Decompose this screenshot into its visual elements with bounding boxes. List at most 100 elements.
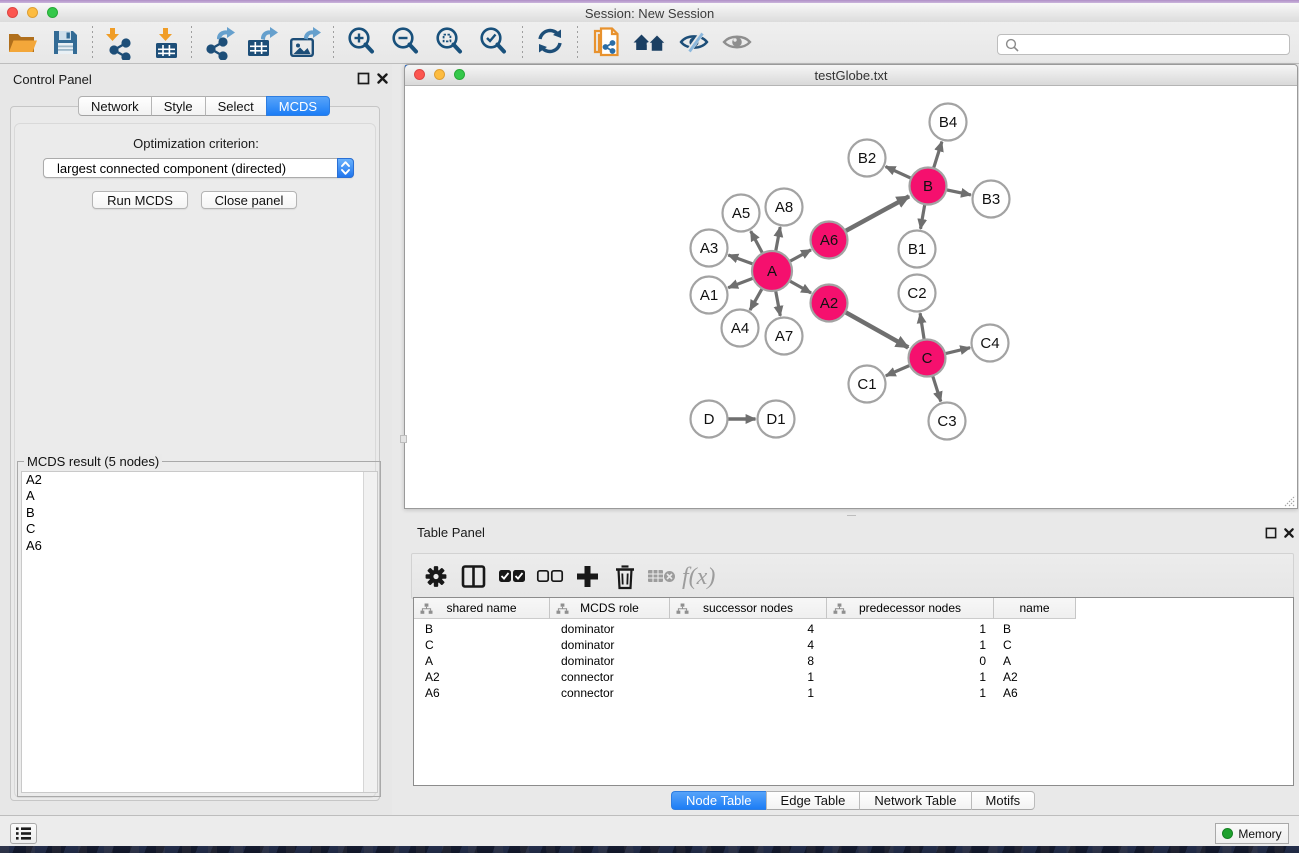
first-neighbors-icon[interactable] (633, 26, 667, 60)
cell-shared-name: A2 (414, 669, 550, 685)
result-scrollbar[interactable] (363, 472, 377, 792)
table-row-B[interactable]: Bdominator41B (414, 621, 1293, 637)
close-network-button[interactable] (414, 69, 425, 80)
new-network-from-selection-icon[interactable] (592, 26, 622, 60)
delete-columns-icon[interactable] (612, 563, 638, 590)
network-window: testGlobe.txt B4B2BB3A8A5A6A3B1AC2A1A2A4… (404, 64, 1298, 509)
cell-MCDS-role: connector (550, 685, 670, 701)
node-label-A6: A6 (820, 232, 838, 249)
minimize-network-button[interactable] (434, 69, 445, 80)
cell-name: A2 (994, 669, 1076, 685)
search-input[interactable] (997, 34, 1290, 55)
zoom-fit-icon[interactable] (434, 26, 464, 60)
result-item[interactable]: A6 (22, 538, 377, 554)
table-options-icon[interactable] (423, 563, 449, 590)
select-all-columns-icon[interactable] (498, 569, 526, 596)
column-header-successor-nodes[interactable]: successor nodes (670, 598, 827, 619)
mcds-result-list[interactable]: A2ABCA6 (21, 471, 378, 793)
node-label-C2: C2 (907, 285, 926, 302)
memory-status-icon (1222, 828, 1233, 839)
zoom-selected-icon[interactable] (478, 26, 508, 60)
node-label-A2: A2 (820, 295, 838, 312)
table-panel-title: Table Panel (417, 525, 485, 540)
search-icon (1005, 38, 1020, 53)
node-table[interactable]: shared name MCDS role successor nodes prede… (413, 597, 1294, 786)
cell-predecessor-nodes: 0 (827, 653, 994, 669)
cell-successor-nodes: 8 (670, 653, 827, 669)
cell-MCDS-role: connector (550, 669, 670, 685)
node-label-B2: B2 (858, 150, 876, 167)
tab-network-table[interactable]: Network Table (859, 791, 970, 810)
control-panel: Control Panel NetworkStyleSelectMCDS Opt… (0, 64, 392, 815)
table-panel: Table Panel (404, 516, 1299, 815)
close-table-panel-icon[interactable] (1283, 526, 1296, 539)
zoom-out-icon[interactable] (390, 26, 420, 60)
network-graph[interactable]: B4B2BB3A8A5A6A3B1AC2A1A2A4A7C4CC1C3DD1 (405, 87, 1297, 508)
close-panel-button[interactable]: Close panel (201, 191, 297, 209)
import-table-icon[interactable] (150, 26, 182, 60)
node-label-A8: A8 (775, 199, 793, 216)
column-header-shared-name[interactable]: shared name (414, 598, 550, 619)
column-header-name[interactable]: name (994, 598, 1076, 619)
column-label: shared name (446, 601, 516, 615)
cell-name: B (994, 621, 1076, 637)
tab-edge-table[interactable]: Edge Table (766, 791, 860, 810)
desktop-bottom-strip (0, 846, 1299, 853)
import-network-icon[interactable] (103, 26, 134, 60)
table-row-A6[interactable]: A6connector11A6 (414, 685, 1293, 701)
tab-motifs[interactable]: Motifs (971, 791, 1036, 810)
float-table-panel-icon[interactable] (1265, 526, 1278, 539)
open-file-icon[interactable] (6, 26, 39, 60)
zoom-in-icon[interactable] (346, 26, 376, 60)
tab-mcds[interactable]: MCDS (266, 96, 330, 116)
tab-node-table[interactable]: Node Table (671, 791, 766, 810)
float-panel-icon[interactable] (357, 72, 370, 85)
minimize-window-button[interactable] (27, 7, 38, 18)
result-item[interactable]: A (22, 488, 377, 504)
result-item[interactable]: B (22, 505, 377, 521)
close-window-button[interactable] (7, 7, 18, 18)
export-table-icon[interactable] (245, 26, 279, 60)
table-row-A[interactable]: Adominator80A (414, 653, 1293, 669)
cell-shared-name: C (414, 637, 550, 653)
unselect-all-columns-icon[interactable] (536, 569, 564, 596)
list-icon (15, 826, 32, 841)
select-stepper-icon (337, 158, 354, 178)
zoom-window-button[interactable] (47, 7, 58, 18)
show-panels-button[interactable] (10, 823, 37, 844)
result-item[interactable]: A2 (22, 472, 377, 488)
show-all-icon[interactable] (721, 26, 753, 60)
mcds-result-title: MCDS result (5 nodes) (24, 454, 162, 469)
network-titlebar: testGlobe.txt (405, 65, 1297, 86)
result-item[interactable]: C (22, 521, 377, 537)
create-column-icon[interactable] (574, 563, 601, 590)
node-label-B: B (923, 178, 933, 195)
node-label-B3: B3 (982, 191, 1000, 208)
show-column-icon[interactable] (460, 563, 487, 590)
criterion-select[interactable]: largest connected component (directed) (43, 158, 354, 178)
memory-button[interactable]: Memory (1215, 823, 1289, 844)
control-panel-title: Control Panel (13, 72, 92, 87)
function-builder-icon: f(x) (680, 561, 722, 588)
apply-layout-icon[interactable] (535, 26, 565, 60)
cell-predecessor-nodes: 1 (827, 685, 994, 701)
tab-select[interactable]: Select (205, 96, 266, 116)
zoom-network-button[interactable] (454, 69, 465, 80)
run-mcds-button[interactable]: Run MCDS (92, 191, 188, 209)
export-image-icon[interactable] (288, 26, 322, 60)
cell-successor-nodes: 1 (670, 685, 827, 701)
close-panel-icon[interactable] (376, 72, 389, 85)
table-row-A2[interactable]: A2connector11A2 (414, 669, 1293, 685)
table-row-C[interactable]: Cdominator41C (414, 637, 1293, 653)
hide-selected-icon[interactable] (677, 26, 711, 60)
toolbar-separator (92, 26, 93, 61)
resize-grip-icon[interactable] (1283, 494, 1296, 507)
column-label: successor nodes (703, 601, 793, 615)
column-header-predecessor-nodes[interactable]: predecessor nodes (827, 598, 994, 619)
tab-network[interactable]: Network (78, 96, 151, 116)
vertical-splitter-handle[interactable] (400, 435, 407, 443)
column-header-MCDS-role[interactable]: MCDS role (550, 598, 670, 619)
export-network-icon[interactable] (203, 26, 236, 60)
save-session-icon[interactable] (50, 26, 80, 60)
tab-style[interactable]: Style (151, 96, 205, 116)
